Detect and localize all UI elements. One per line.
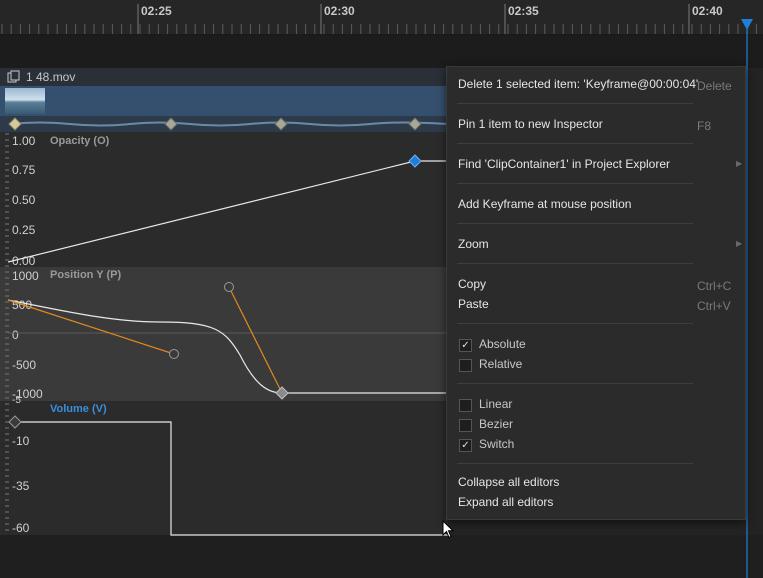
bezier-checkbox[interactable]	[459, 419, 472, 432]
menu-separator	[457, 103, 693, 104]
bezier-handle-point[interactable]	[169, 349, 179, 359]
volume-curve[interactable]	[15, 421, 448, 536]
menu-item-delete[interactable]: Delete 1 selected item: 'Keyframe@00:00:…	[458, 77, 698, 91]
bezier-handle-point[interactable]	[224, 282, 234, 292]
menu-separator	[457, 263, 693, 264]
switch-checkbox[interactable]: ✓	[459, 439, 472, 452]
submenu-arrow-icon: ▶	[736, 239, 743, 248]
menu-item-absolute[interactable]: Absolute	[479, 337, 526, 351]
clip-keyframe[interactable]	[408, 117, 422, 131]
menu-item-pin-inspector[interactable]: Pin 1 item to new Inspector	[458, 117, 603, 131]
mouse-cursor-icon	[442, 520, 455, 539]
menu-item-expand-editors[interactable]: Expand all editors	[458, 495, 553, 509]
menu-item-relative[interactable]: Relative	[479, 357, 522, 371]
menu-item-switch[interactable]: Switch	[479, 437, 514, 451]
menu-separator	[457, 323, 693, 324]
opacity-curve[interactable]	[7, 160, 416, 263]
submenu-arrow-icon: ▶	[736, 159, 743, 168]
position-keyframe[interactable]	[275, 386, 289, 400]
menu-item-zoom[interactable]: Zoom	[458, 237, 489, 251]
volume-keyframe[interactable]	[8, 415, 22, 429]
menu-separator	[457, 143, 693, 144]
menu-separator	[457, 223, 693, 224]
clip-keyframe[interactable]	[274, 117, 288, 131]
relative-checkbox[interactable]	[459, 359, 472, 372]
menu-shortcut-paste: Ctrl+V	[697, 299, 731, 313]
selected-keyframe[interactable]	[408, 154, 422, 168]
menu-item-linear[interactable]: Linear	[479, 397, 512, 411]
menu-item-collapse-editors[interactable]: Collapse all editors	[458, 475, 559, 489]
position-curve[interactable]	[7, 299, 448, 394]
menu-item-find-in-explorer[interactable]: Find 'ClipContainer1' in Project Explore…	[458, 157, 670, 171]
bezier-handle[interactable]	[7, 299, 175, 355]
menu-item-paste[interactable]: Paste	[458, 297, 489, 311]
menu-separator	[457, 463, 693, 464]
clip-waveform	[9, 121, 449, 127]
menu-shortcut-copy: Ctrl+C	[697, 279, 732, 293]
menu-item-add-keyframe[interactable]: Add Keyframe at mouse position	[458, 197, 631, 211]
absolute-checkbox[interactable]: ✓	[459, 339, 472, 352]
playhead-handle[interactable]	[741, 19, 753, 30]
menu-item-bezier[interactable]: Bezier	[479, 417, 513, 431]
context-menu: Delete 1 selected item: 'Keyframe@00:00:…	[446, 66, 746, 520]
clip-keyframe[interactable]	[8, 117, 22, 131]
menu-separator	[457, 383, 693, 384]
linear-checkbox[interactable]	[459, 399, 472, 412]
menu-shortcut-delete: Delete	[697, 79, 732, 93]
menu-item-copy[interactable]: Copy	[458, 277, 486, 291]
clip-keyframe[interactable]	[164, 117, 178, 131]
menu-shortcut-pin: F8	[697, 119, 712, 133]
menu-separator	[457, 183, 693, 184]
bezier-handle[interactable]	[228, 286, 283, 394]
